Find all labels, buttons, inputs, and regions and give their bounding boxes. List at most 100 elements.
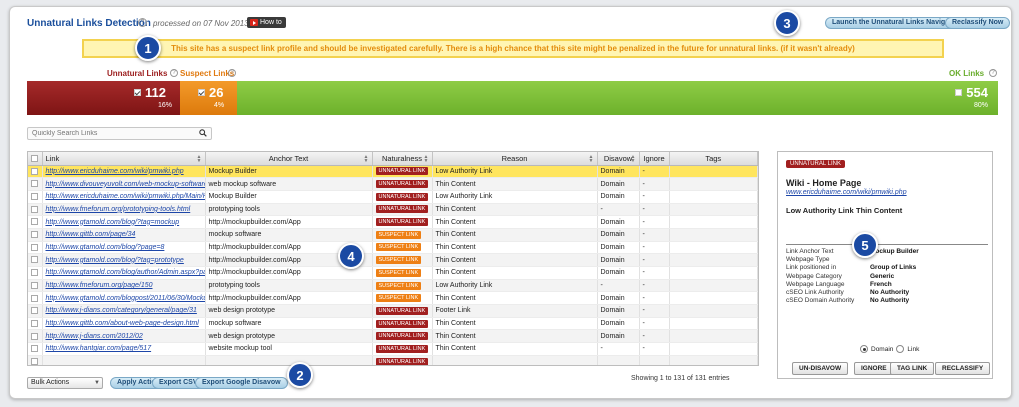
disavow-cell[interactable]: - xyxy=(597,342,640,356)
table-row[interactable]: http://www.gtamold.com/blog/?page=8 http:… xyxy=(28,241,758,255)
help-icon[interactable]: ? xyxy=(170,69,178,77)
ignore-cell[interactable]: - xyxy=(639,279,670,293)
table-row[interactable]: http://www.hantgiar.com/page/517 website … xyxy=(28,342,758,356)
link-url[interactable]: http://www.ericduhaime.com/wiki/pmwiki.p… xyxy=(46,168,184,175)
row-select-cell[interactable] xyxy=(28,241,43,255)
suspect-filter-checkbox[interactable] xyxy=(198,89,205,96)
help-icon[interactable]: ? xyxy=(138,18,147,27)
ignore-cell[interactable]: - xyxy=(639,253,670,267)
table-row[interactable]: http://www.ericduhaime.com/wiki/pmwiki.p… xyxy=(28,190,758,204)
un-disavow-button[interactable]: UN-DISAVOW xyxy=(792,362,849,375)
tags-cell[interactable] xyxy=(669,355,758,365)
disavow-cell[interactable]: Domain xyxy=(597,317,640,331)
table-row[interactable]: http://www.gtamold.com/blog/author/Admin… xyxy=(28,266,758,280)
ignore-cell[interactable] xyxy=(639,355,670,365)
disavow-cell[interactable]: Domain xyxy=(597,177,640,191)
tags-cell[interactable] xyxy=(669,241,758,255)
tags-cell[interactable] xyxy=(669,253,758,267)
link-cell[interactable]: http://www.fmeforum.org/prototyping-tool… xyxy=(42,203,206,217)
row-select-cell[interactable] xyxy=(28,177,43,191)
link-cell[interactable]: http://www.divouveyuvolt.com/web-mockup-… xyxy=(42,177,206,191)
ignore-cell[interactable]: - xyxy=(639,165,670,179)
ignore-cell[interactable]: - xyxy=(639,266,670,280)
ignore-cell[interactable]: - xyxy=(639,329,670,344)
link-cell[interactable] xyxy=(42,355,206,365)
row-select-cell[interactable] xyxy=(28,253,43,267)
tag-link-button[interactable]: TAG LINK xyxy=(890,362,935,375)
row-select-cell[interactable] xyxy=(28,266,43,280)
link-cell[interactable]: http://www.ericduhaime.com/wiki/pmwiki.p… xyxy=(42,165,206,179)
column-header-reason[interactable]: Reason ▲ ▼ xyxy=(432,152,598,166)
column-header-link[interactable]: Link ▲ ▼ xyxy=(42,152,206,166)
column-header-naturalness[interactable]: Naturalness ▲ ▼ xyxy=(372,152,433,166)
tags-cell[interactable] xyxy=(669,190,758,204)
table-row[interactable]: http://www.gittb.com/about-web-page-desi… xyxy=(28,317,758,331)
table-row[interactable]: http://www.j-dians.com/2012/02 web design… xyxy=(28,329,758,344)
table-row[interactable]: http://www.ericduhaime.com/wiki/pmwiki.p… xyxy=(28,165,758,179)
row-checkbox[interactable] xyxy=(31,307,39,315)
table-row[interactable]: UNNATURAL LINK xyxy=(28,355,758,365)
table-row[interactable]: http://www.gtamold.com/blogpost/2011/06/… xyxy=(28,291,758,306)
ignore-cell[interactable]: - xyxy=(639,291,670,306)
ignore-cell[interactable]: - xyxy=(639,342,670,356)
disavow-cell[interactable]: Domain xyxy=(597,266,640,280)
detail-url-link[interactable]: www.ericduhaime.com/wiki/pmwiki.php xyxy=(786,189,907,196)
disavow-cell[interactable]: Domain xyxy=(597,165,640,179)
row-checkbox[interactable] xyxy=(31,231,39,239)
disavow-cell[interactable]: Domain xyxy=(597,215,640,229)
ignore-cell[interactable]: - xyxy=(639,317,670,331)
link-cell[interactable]: http://www.gtamold.com/blog/author/Admin… xyxy=(42,266,206,280)
column-header-tags[interactable]: Tags xyxy=(669,152,758,166)
link-url[interactable]: http://www.gittb.com/page/34 xyxy=(46,231,136,238)
select-all-header[interactable] xyxy=(28,152,43,166)
radio-domain[interactable] xyxy=(860,345,868,353)
link-url[interactable]: http://www.fmeforum.org/page/150 xyxy=(46,282,153,289)
row-checkbox[interactable] xyxy=(31,345,39,353)
row-checkbox[interactable] xyxy=(31,294,39,302)
disavow-cell[interactable]: - xyxy=(597,203,640,217)
disavow-cell[interactable]: - xyxy=(597,279,640,293)
row-select-cell[interactable] xyxy=(28,355,43,365)
link-cell[interactable]: http://www.hantgiar.com/page/517 xyxy=(42,342,206,356)
table-row[interactable]: http://www.j-dians.com/category/general/… xyxy=(28,304,758,318)
ok-filter-checkbox[interactable] xyxy=(955,89,963,96)
row-select-cell[interactable] xyxy=(28,317,43,331)
disavow-cell[interactable]: Domain xyxy=(597,228,640,242)
row-checkbox[interactable] xyxy=(31,167,39,175)
row-select-cell[interactable] xyxy=(28,291,43,306)
disavow-cell[interactable]: Domain xyxy=(597,253,640,267)
unnatural-segment[interactable]: 112 16% xyxy=(27,81,180,115)
select-all-checkbox[interactable] xyxy=(31,155,39,163)
ignore-cell[interactable]: - xyxy=(639,304,670,318)
table-row[interactable]: http://www.fmeforum.org/prototyping-tool… xyxy=(28,203,758,217)
column-header-anchor-text[interactable]: Anchor Text ▲ ▼ xyxy=(205,152,373,166)
row-select-cell[interactable] xyxy=(28,165,43,179)
row-checkbox[interactable] xyxy=(31,256,39,264)
disavow-cell[interactable]: Domain xyxy=(597,190,640,204)
link-cell[interactable]: http://www.gtamold.com/blog/?page=8 xyxy=(42,241,206,255)
disavow-cell[interactable]: Domain xyxy=(597,241,640,255)
row-checkbox[interactable] xyxy=(31,243,39,251)
tags-cell[interactable] xyxy=(669,215,758,229)
row-checkbox[interactable] xyxy=(31,281,39,289)
row-checkbox[interactable] xyxy=(31,205,39,213)
tags-cell[interactable] xyxy=(669,291,758,306)
tags-cell[interactable] xyxy=(669,329,758,344)
search-input[interactable] xyxy=(28,128,193,139)
link-url[interactable]: http://www.gtamold.com/blog/author/Admin… xyxy=(46,269,205,276)
ignore-cell[interactable]: - xyxy=(639,241,670,255)
link-url[interactable]: http://www.j-dians.com/2012/02 xyxy=(46,333,143,340)
row-checkbox[interactable] xyxy=(31,319,39,327)
row-select-cell[interactable] xyxy=(28,203,43,217)
link-cell[interactable]: http://www.gtamold.com/blog/?tag=mockup xyxy=(42,215,206,229)
link-url[interactable]: http://www.gtamold.com/blog/?tag=prototy… xyxy=(46,257,184,264)
tags-cell[interactable] xyxy=(669,266,758,280)
row-select-cell[interactable] xyxy=(28,304,43,318)
row-checkbox[interactable] xyxy=(31,180,39,188)
disavow-cell[interactable]: Domain xyxy=(597,304,640,318)
table-row[interactable]: http://www.gtamold.com/blog/?tag=mockup h… xyxy=(28,215,758,229)
help-icon[interactable]: ? xyxy=(228,69,236,77)
link-cell[interactable]: http://www.fmeforum.org/page/150 xyxy=(42,279,206,293)
ignore-cell[interactable]: - xyxy=(639,215,670,229)
tags-cell[interactable] xyxy=(669,317,758,331)
